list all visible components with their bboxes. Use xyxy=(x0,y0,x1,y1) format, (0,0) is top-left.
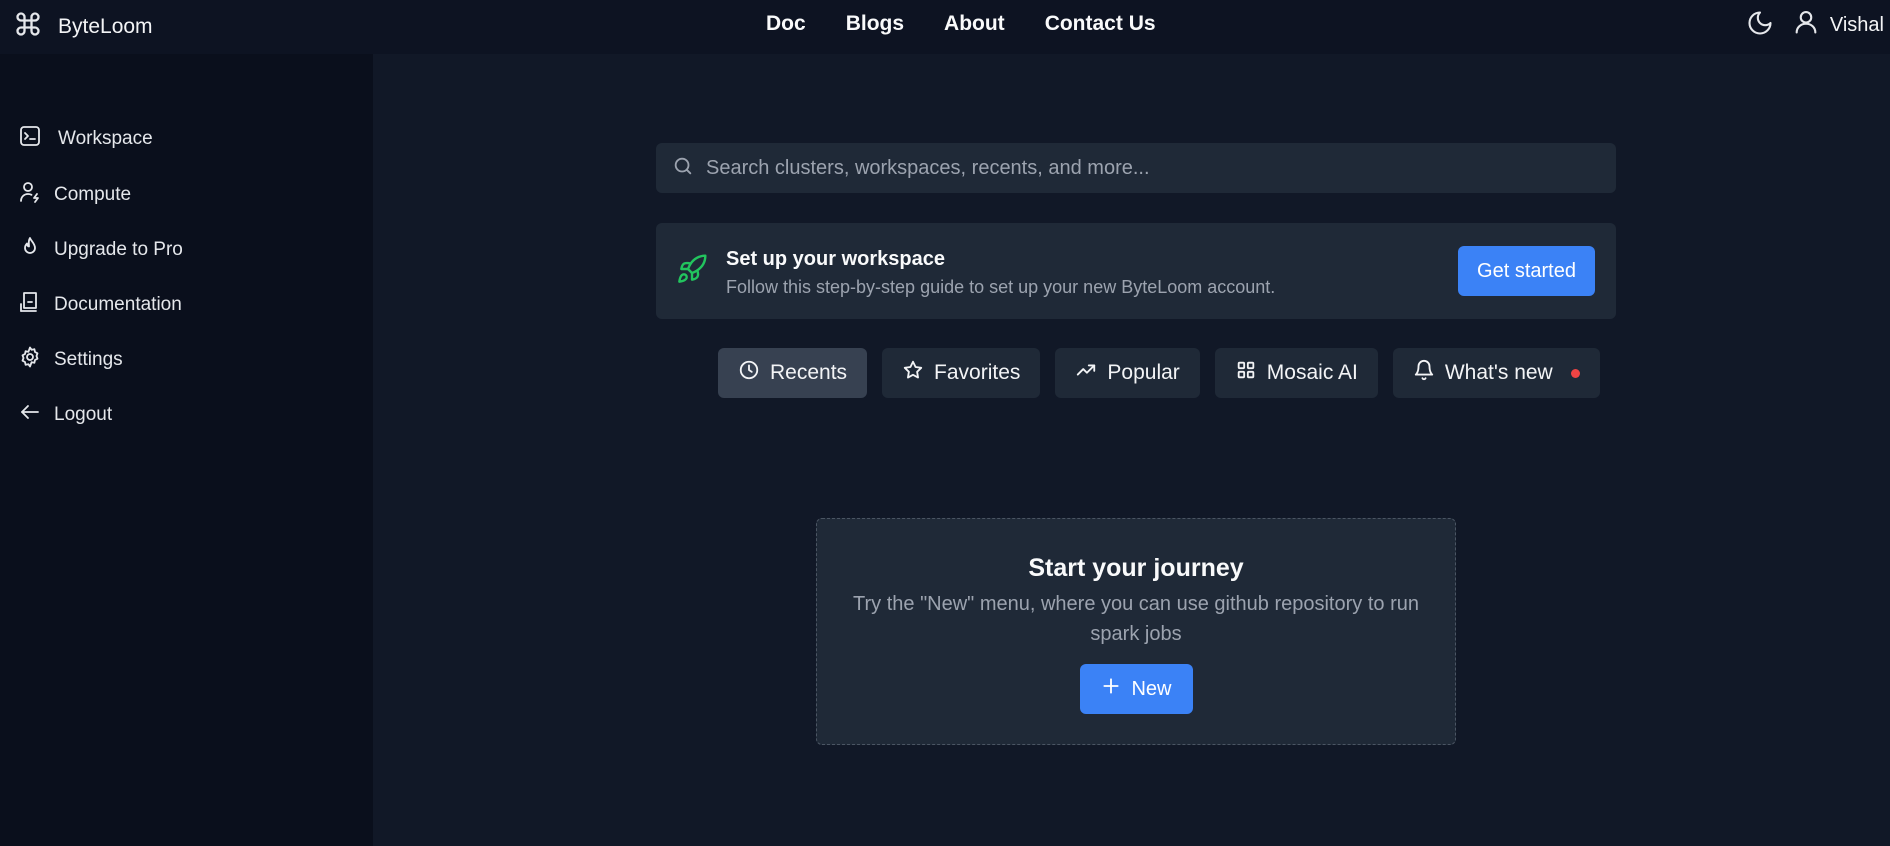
tab-popular[interactable]: Popular xyxy=(1055,348,1200,398)
nav-link-doc[interactable]: Doc xyxy=(766,12,806,36)
sidebar: Workspace Compute Upgrade to Pro Documen… xyxy=(0,54,373,846)
tab-mosaic-ai[interactable]: Mosaic AI xyxy=(1214,348,1378,398)
setup-title: Set up your workspace xyxy=(726,248,945,270)
tab-label: Favorites xyxy=(934,361,1021,384)
user-icon xyxy=(1792,8,1820,42)
moon-icon[interactable] xyxy=(1746,9,1774,42)
command-icon xyxy=(14,10,42,43)
sidebar-item-compute[interactable]: Compute xyxy=(18,180,131,210)
notification-dot xyxy=(1570,368,1580,378)
sidebar-item-label: Settings xyxy=(54,349,123,370)
tab-bar: Recents Favorites Popular Mosaic AI What… xyxy=(718,348,1600,398)
search-icon xyxy=(672,155,694,182)
sidebar-item-logout[interactable]: Logout xyxy=(18,400,112,430)
setup-description: Follow this step-by-step guide to set up… xyxy=(726,277,1276,297)
user-name: Vishal xyxy=(1829,13,1884,36)
get-started-button[interactable]: Get started xyxy=(1458,246,1595,296)
star-icon xyxy=(902,359,924,387)
nav-link-contact-us[interactable]: Contact Us xyxy=(1045,12,1156,36)
gear-icon xyxy=(18,345,42,375)
tab-label: What's new xyxy=(1444,361,1553,384)
tab-favorites[interactable]: Favorites xyxy=(882,348,1041,398)
flame-icon xyxy=(18,235,42,265)
search-bar xyxy=(656,143,1616,193)
user-bolt-icon xyxy=(18,180,42,210)
tab-label: Popular xyxy=(1107,361,1180,384)
nav-link-about[interactable]: About xyxy=(944,12,1005,36)
new-button-label: New xyxy=(1131,677,1172,700)
terminal-icon xyxy=(18,124,42,154)
sidebar-item-label: Logout xyxy=(54,404,113,425)
brand-name: ByteLoom xyxy=(58,14,153,38)
nav-link-blogs[interactable]: Blogs xyxy=(846,12,904,36)
user-menu[interactable]: Vishal xyxy=(1792,8,1884,42)
bell-icon xyxy=(1413,359,1435,387)
empty-state-description: Try the "New" menu, where you can use gi… xyxy=(853,593,1419,645)
document-icon xyxy=(18,290,42,320)
sidebar-item-label: Workspace xyxy=(58,128,153,149)
sidebar-item-label: Compute xyxy=(54,184,132,205)
new-button[interactable]: New xyxy=(1080,664,1193,714)
sidebar-item-label: Upgrade to Pro xyxy=(54,239,183,260)
sidebar-item-settings[interactable]: Settings xyxy=(18,345,123,375)
arrow-left-icon xyxy=(18,400,42,430)
setup-workspace-card: Set up your workspace Follow this step-b… xyxy=(656,223,1616,319)
clock-icon xyxy=(738,359,760,387)
search-input[interactable] xyxy=(706,156,1586,180)
grid-icon xyxy=(1235,359,1257,387)
tab-label: Mosaic AI xyxy=(1266,361,1358,384)
sidebar-item-workspace[interactable]: Workspace xyxy=(18,124,153,154)
trending-up-icon xyxy=(1075,359,1097,387)
plus-icon xyxy=(1101,676,1121,702)
sidebar-item-upgrade[interactable]: Upgrade to Pro xyxy=(18,235,183,265)
tab-label: Recents xyxy=(770,361,848,384)
main-nav: Doc Blogs About Contact Us xyxy=(766,12,1156,36)
top-navigation-bar: ByteLoom Doc Blogs About Contact Us Vish… xyxy=(0,0,1890,54)
header-actions: Vishal xyxy=(1746,8,1884,42)
sidebar-item-documentation[interactable]: Documentation xyxy=(18,290,182,320)
tab-whats-new[interactable]: What's new xyxy=(1392,348,1600,398)
rocket-icon xyxy=(676,253,708,290)
brand[interactable]: ByteLoom xyxy=(14,10,153,43)
empty-state-title: Start your journey xyxy=(1028,554,1244,582)
sidebar-item-label: Documentation xyxy=(54,294,182,315)
empty-state-card: Start your journey Try the "New" menu, w… xyxy=(816,518,1456,745)
tab-recents[interactable]: Recents xyxy=(718,348,868,398)
